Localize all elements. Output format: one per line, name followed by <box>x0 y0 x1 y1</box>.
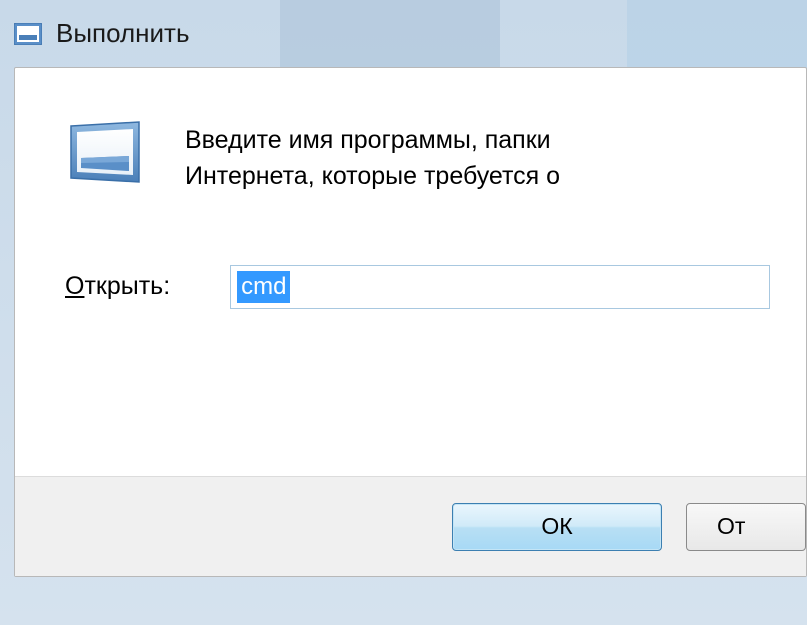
description-text: Введите имя программы, папки Интернета, … <box>185 118 560 195</box>
input-selected-text: cmd <box>237 271 290 303</box>
dialog-body: Введите имя программы, папки Интернета, … <box>14 67 807 577</box>
open-label: Открыть: <box>65 272 170 301</box>
titlebar[interactable]: Выполнить <box>14 10 807 67</box>
description-line2: Интернета, которые требуется о <box>185 158 560 194</box>
description-line1: Введите имя программы, папки <box>185 122 560 158</box>
ok-button[interactable]: ОК <box>452 503 662 551</box>
run-icon-small <box>14 23 42 45</box>
open-input[interactable]: cmd <box>230 265 770 309</box>
button-area: ОК От <box>15 476 806 576</box>
cancel-button[interactable]: От <box>686 503 806 551</box>
window-title: Выполнить <box>56 18 190 49</box>
run-icon-large <box>65 118 145 188</box>
run-dialog: Выполнить <box>0 0 807 577</box>
